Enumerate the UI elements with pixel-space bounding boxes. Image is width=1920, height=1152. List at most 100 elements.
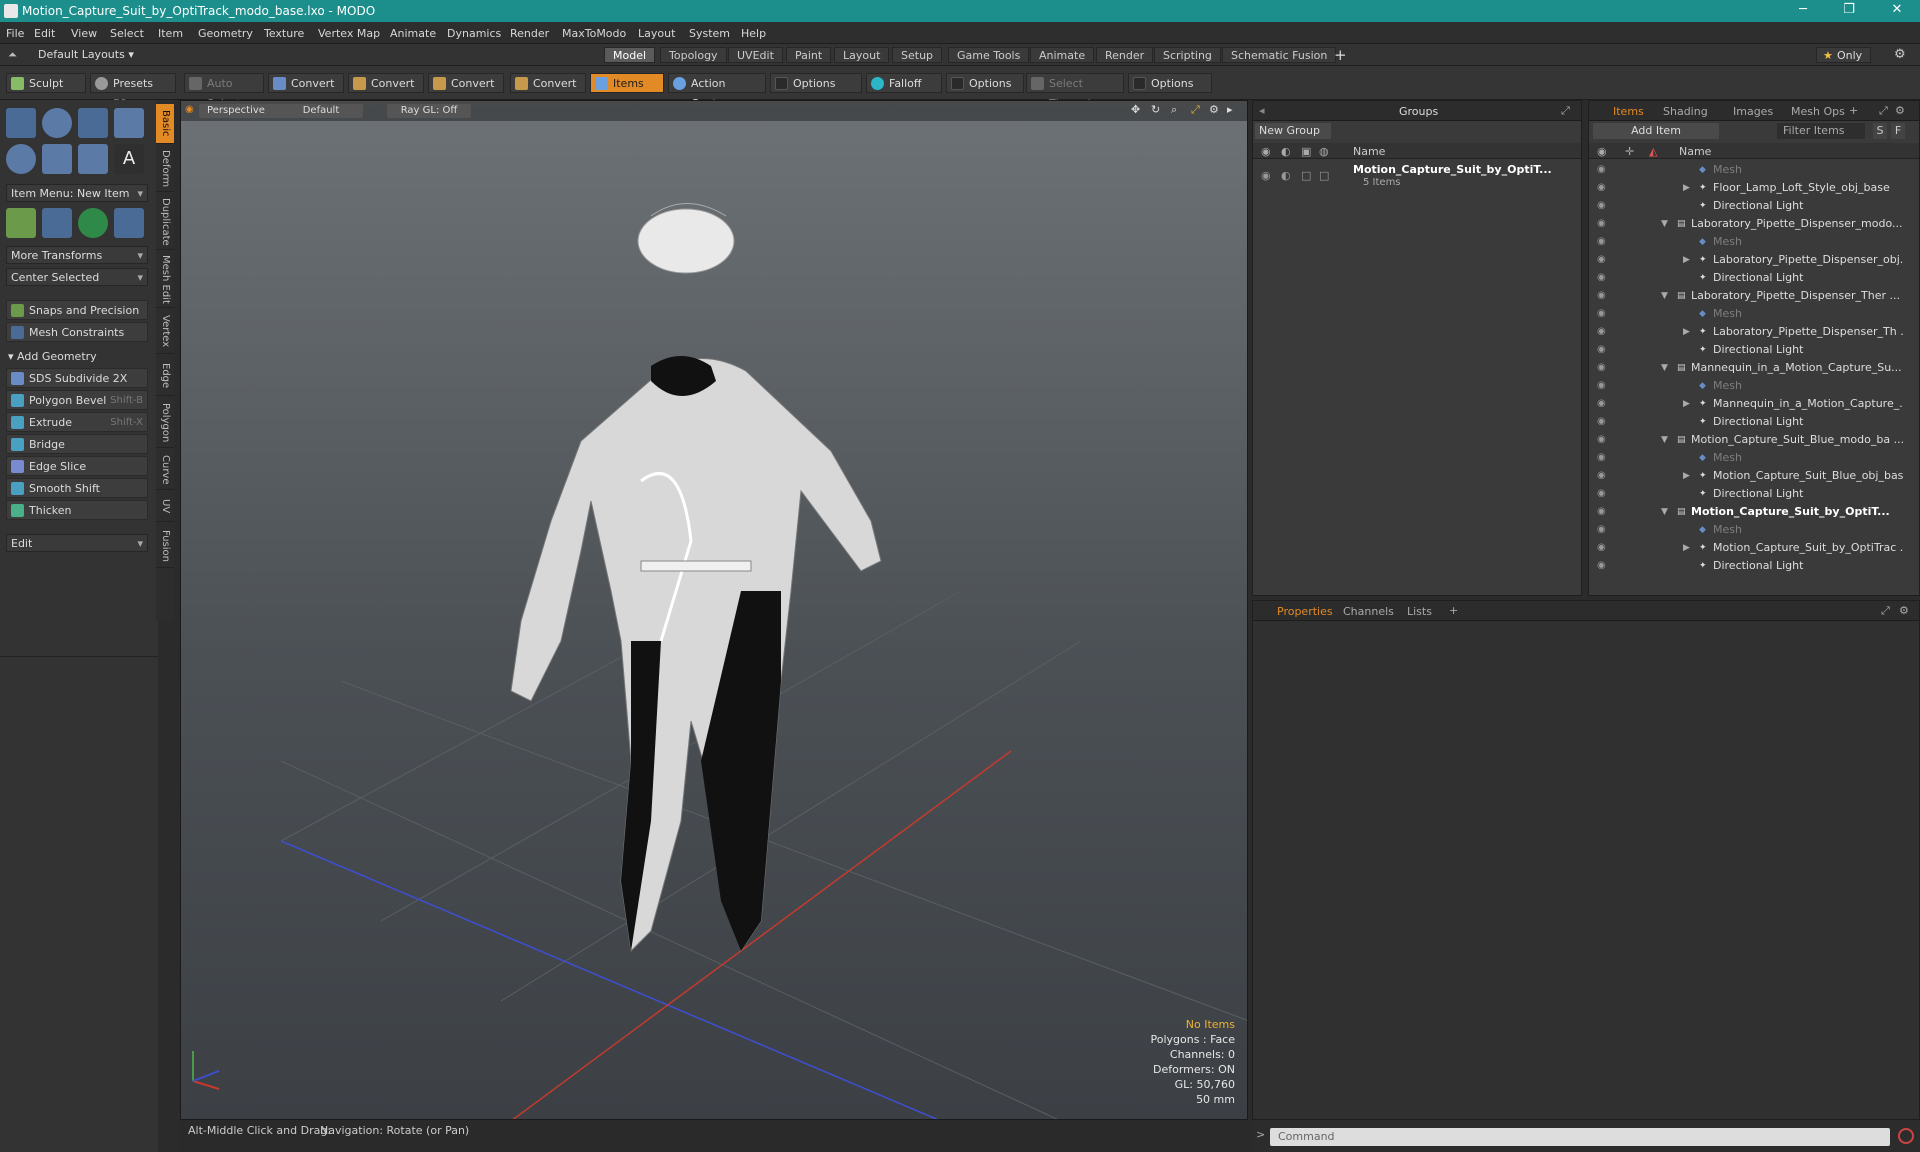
list-item[interactable]: ◉ ◆ Mesh <box>1589 305 1901 323</box>
menu-file[interactable]: File <box>6 27 24 40</box>
list-item[interactable]: ◉ ✦ Directional Light <box>1589 557 1901 575</box>
menu-maxtomodo[interactable]: MaxToModo <box>562 27 626 40</box>
viewport-expand-icon[interactable]: ▸ <box>1227 103 1233 116</box>
chevron-right-icon[interactable]: ▶ <box>1683 539 1690 557</box>
menu-geometry[interactable]: Geometry <box>198 27 253 40</box>
eye-icon[interactable]: ◉ <box>1597 182 1609 194</box>
list-item[interactable]: ◉ ✦ Directional Light <box>1589 413 1901 431</box>
chevron-down-icon[interactable]: ▼ <box>1661 287 1668 305</box>
chevron-right-icon[interactable]: ▶ <box>1683 467 1690 485</box>
eye-icon[interactable]: ◉ <box>1597 542 1609 554</box>
s-filter-button[interactable]: S <box>1873 123 1887 139</box>
options-button-3[interactable]: Options <box>1128 73 1212 93</box>
eye-icon[interactable]: ◉ <box>1597 254 1609 266</box>
chevron-right-icon[interactable]: ▶ <box>1683 323 1690 341</box>
eye-icon[interactable]: ◉ <box>1597 326 1609 338</box>
convert-button-1[interactable]: Convert <box>268 73 344 93</box>
menu-texture[interactable]: Texture <box>264 27 304 40</box>
polygon-bevel-button[interactable]: Polygon Bevel Shift-B <box>6 390 148 410</box>
eye-icon[interactable]: ◉ <box>1597 434 1609 446</box>
edit-dropdown[interactable]: Edit <box>6 534 148 553</box>
falloff-button[interactable]: Falloff <box>866 73 942 93</box>
group-lock-icon[interactable]: □ <box>1301 169 1311 182</box>
tab-scripting[interactable]: Scripting <box>1154 47 1221 63</box>
eye-icon[interactable]: ◉ <box>1597 416 1609 428</box>
thicken-button[interactable]: Thicken <box>6 500 148 520</box>
new-group-button[interactable]: New Group <box>1255 123 1331 139</box>
tab-setup[interactable]: Setup <box>892 47 943 63</box>
tab-model[interactable]: Model <box>604 47 656 63</box>
shading-button[interactable]: Default <box>279 104 363 118</box>
list-item[interactable]: ◉ ▶ ✦ Mannequin_in_a_Motion_Capture_... <box>1589 395 1903 413</box>
properties-settings-icon[interactable]: ⚙ <box>1899 604 1909 617</box>
fit-icon[interactable]: ⤢ <box>1191 103 1200 117</box>
menu-edit[interactable]: Edit <box>34 27 55 40</box>
list-item[interactable]: ◉ ◆ Mesh <box>1589 233 1901 251</box>
filter-items-input[interactable]: Filter Items <box>1777 123 1865 139</box>
view-type-button[interactable]: Perspective <box>199 104 283 118</box>
tab-lists[interactable]: Lists <box>1399 604 1440 620</box>
group-select-icon[interactable]: □ <box>1319 169 1329 182</box>
eye-icon[interactable]: ◉ <box>1597 218 1609 230</box>
viewport-menu-icon[interactable]: ◉ <box>185 104 194 115</box>
menu-dynamics[interactable]: Dynamics <box>447 27 501 40</box>
globe-icon[interactable] <box>78 208 108 238</box>
chevron-down-icon[interactable]: ▼ <box>1661 215 1668 233</box>
raygl-button[interactable]: Ray GL: Off <box>387 104 471 118</box>
extrude-button[interactable]: Extrude Shift-X <box>6 412 148 432</box>
tab-channels[interactable]: Channels <box>1335 604 1402 620</box>
vtab-polygon[interactable]: Polygon <box>156 398 174 448</box>
transform-icon[interactable] <box>6 208 36 238</box>
add-geometry-header[interactable]: ▾ Add Geometry <box>8 350 97 363</box>
list-item[interactable]: ◉ ◆ Mesh <box>1589 449 1901 467</box>
command-input[interactable]: Command <box>1270 1128 1890 1146</box>
eye-icon[interactable]: ◉ <box>1597 200 1609 212</box>
menu-help[interactable]: Help <box>741 27 766 40</box>
viewport-settings-icon[interactable]: ⚙ <box>1209 103 1219 116</box>
tab-layout[interactable]: Layout <box>834 47 890 63</box>
menu-layout[interactable]: Layout <box>638 27 675 40</box>
pen-icon[interactable] <box>78 144 108 174</box>
tab-uvedit[interactable]: UVEdit <box>728 47 783 63</box>
sphere-icon[interactable] <box>42 108 72 138</box>
presets-button[interactable]: Presets F6 <box>90 73 176 110</box>
zoom-icon[interactable]: ⌕ <box>1171 103 1177 117</box>
groups-expand-icon[interactable]: ⤢ <box>1561 104 1570 118</box>
grid-icon[interactable] <box>42 208 72 238</box>
layout-expand-icon[interactable]: ⏶ <box>8 48 17 62</box>
vtab-basic[interactable]: Basic <box>156 104 174 144</box>
menu-system[interactable]: System <box>689 27 730 40</box>
menu-item[interactable]: Item <box>158 27 183 40</box>
cylinder-icon[interactable] <box>78 108 108 138</box>
tab-shading[interactable]: Shading <box>1655 104 1716 120</box>
tab-properties[interactable]: Properties <box>1269 604 1341 620</box>
eye-icon[interactable]: ◉ <box>1597 452 1609 464</box>
more-transforms-dropdown[interactable]: More Transforms <box>6 246 148 265</box>
sculpt-button[interactable]: Sculpt <box>6 73 86 93</box>
select-through-button[interactable]: Select Through <box>1026 73 1124 110</box>
vtab-edge[interactable]: Edge <box>156 356 174 396</box>
vtab-vertex[interactable]: Vertex <box>156 310 174 354</box>
action-center-button[interactable]: Action Center <box>668 73 766 110</box>
cone-icon[interactable] <box>114 108 144 138</box>
convert-button-4[interactable]: Convert <box>510 73 586 93</box>
eye-icon[interactable]: ◉ <box>1597 506 1609 518</box>
list-item[interactable]: ◉ ◆ Mesh <box>1589 521 1901 539</box>
taper-icon[interactable] <box>114 208 144 238</box>
items-mode-button[interactable]: Items <box>590 73 664 93</box>
list-item[interactable]: ◉ ▼ ▤ Motion_Capture_Suit_by_OptiT... <box>1589 503 1901 521</box>
menu-select[interactable]: Select <box>110 27 144 40</box>
eye-icon[interactable]: ◉ <box>1597 164 1609 176</box>
tab-schematic-fusion[interactable]: Schematic Fusion <box>1222 47 1337 63</box>
list-item[interactable]: ◉ ✦ Directional Light <box>1589 197 1901 215</box>
add-tab-icon[interactable]: + <box>1334 46 1347 64</box>
layout-preset-dropdown[interactable]: Default Layouts ▾ <box>38 48 134 61</box>
vtab-fusion[interactable]: Fusion <box>156 524 174 568</box>
vtab-duplicate[interactable]: Duplicate <box>156 194 174 250</box>
vtab-uv[interactable]: UV <box>156 492 174 522</box>
tube-icon[interactable] <box>42 144 72 174</box>
list-item[interactable]: ◉ ✦ Directional Light <box>1589 485 1901 503</box>
chevron-right-icon[interactable]: ▶ <box>1683 179 1690 197</box>
eye-icon[interactable]: ◉ <box>1597 272 1609 284</box>
eye-icon[interactable]: ◉ <box>1597 308 1609 320</box>
